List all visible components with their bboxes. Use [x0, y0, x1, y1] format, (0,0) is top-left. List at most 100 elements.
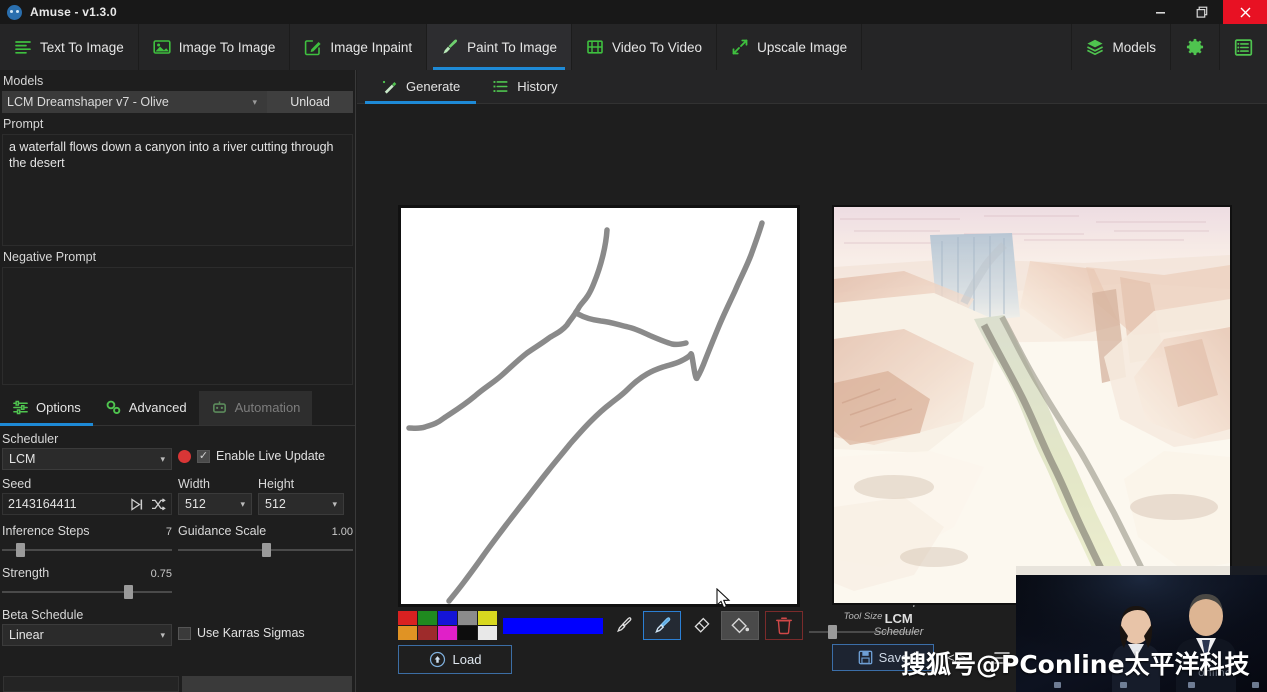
models-section-label: Models: [0, 70, 355, 91]
tab-image-to-image[interactable]: Image To Image: [139, 24, 291, 70]
color-swatch[interactable]: [398, 626, 417, 640]
window-controls: [1139, 0, 1267, 24]
sidebar-bottom-button-left[interactable]: [3, 676, 179, 692]
guidance-scale-label: Guidance Scale: [178, 524, 266, 538]
tab-label: Upscale Image: [757, 40, 847, 55]
color-swatch[interactable]: [458, 626, 477, 640]
tab-advanced[interactable]: Advanced: [93, 391, 199, 425]
title-bar: Amuse - v1.3.0: [0, 0, 1267, 24]
tab-history[interactable]: History: [476, 70, 573, 103]
pen-tool-button[interactable]: [643, 611, 681, 640]
color-swatch[interactable]: [458, 611, 477, 625]
guidance-scale-slider[interactable]: [178, 543, 353, 557]
slider-track: [2, 591, 172, 593]
selected-color-bar[interactable]: [503, 618, 603, 634]
negative-prompt-input[interactable]: [2, 267, 353, 385]
color-swatch[interactable]: [478, 626, 497, 640]
load-image-button[interactable]: Load: [398, 645, 512, 674]
sliders-icon: [12, 399, 29, 416]
slider-thumb[interactable]: [16, 543, 25, 557]
clear-canvas-button[interactable]: [765, 611, 803, 640]
height-select[interactable]: 512 ▾: [258, 493, 344, 515]
text-lines-icon: [14, 38, 32, 56]
karras-checkbox[interactable]: [178, 627, 191, 640]
slider-thumb[interactable]: [262, 543, 271, 557]
meta-scheduler: LCM Scheduler: [832, 611, 965, 638]
fill-bucket-tool-button[interactable]: [721, 611, 759, 640]
seed-value: 2143164411: [8, 497, 77, 511]
tab-options[interactable]: Options: [0, 391, 93, 425]
tab-automation[interactable]: Automation: [199, 391, 313, 425]
settings-button[interactable]: [1170, 24, 1219, 70]
tab-label: Paint To Image: [467, 40, 557, 55]
color-swatch[interactable]: [398, 611, 417, 625]
sidebar-bottom-button-right[interactable]: [182, 676, 352, 692]
strength-slider[interactable]: [2, 585, 172, 599]
paintbrush-icon: [441, 38, 459, 56]
generate-tab-bar: Generate History: [357, 70, 1267, 104]
color-swatch[interactable]: [438, 611, 457, 625]
tab-label: Options: [36, 400, 81, 415]
shuffle-icon[interactable]: [151, 498, 166, 511]
tab-video-to-video[interactable]: Video To Video: [572, 24, 717, 70]
prompt-label: Prompt: [0, 113, 355, 134]
chevron-down-icon: ▾: [160, 630, 165, 641]
restore-button[interactable]: [1181, 0, 1223, 24]
seed-input[interactable]: 2143164411: [2, 493, 172, 515]
tab-paint-to-image[interactable]: Paint To Image: [427, 24, 572, 70]
generated-image[interactable]: [832, 205, 1232, 605]
live-update-row[interactable]: Enable Live Update: [178, 449, 353, 463]
close-button[interactable]: [1223, 0, 1267, 24]
sidebar-bottom-bar: [0, 676, 356, 692]
strength-label: Strength: [2, 566, 49, 580]
chevron-down-icon: ▾: [240, 499, 245, 510]
application-window: Amuse - v1.3.0: [0, 0, 1267, 692]
tab-label: Automation: [235, 400, 301, 415]
tab-image-inpaint[interactable]: Image Inpaint: [290, 24, 427, 70]
color-swatch[interactable]: [418, 611, 437, 625]
prompt-input[interactable]: a waterfall flows down a canyon into a r…: [2, 134, 353, 246]
model-select[interactable]: LCM Dreamshaper v7 - Olive: [2, 95, 252, 109]
tab-label: History: [517, 79, 557, 94]
meta-key: Scheduler: [832, 626, 965, 638]
expand-arrows-icon: [731, 38, 749, 56]
main-navigation: Text To Image Image To Image Image Inpai…: [0, 24, 1267, 70]
karras-label: Use Karras Sigmas: [197, 626, 305, 640]
skip-next-icon[interactable]: [130, 498, 145, 511]
live-update-checkbox[interactable]: [197, 450, 210, 463]
eraser-tool-button[interactable]: [687, 611, 715, 640]
pencil-square-icon: [304, 38, 322, 56]
color-swatch[interactable]: [478, 611, 497, 625]
width-select[interactable]: 512 ▾: [178, 493, 252, 515]
tab-upscale-image[interactable]: Upscale Image: [717, 24, 862, 70]
unload-button[interactable]: Unload: [267, 91, 353, 113]
color-palette[interactable]: [398, 611, 497, 640]
karras-row[interactable]: Use Karras Sigmas: [178, 626, 353, 640]
beta-schedule-value: Linear: [9, 628, 44, 642]
paint-canvas[interactable]: [398, 205, 800, 607]
chevron-down-icon[interactable]: ▾: [252, 97, 267, 108]
tab-label: Image Inpaint: [330, 40, 412, 55]
inference-steps-slider[interactable]: [2, 543, 172, 557]
tab-generate[interactable]: Generate: [365, 70, 476, 103]
tab-label: Image To Image: [179, 40, 276, 55]
scheduler-value: LCM: [9, 452, 35, 466]
color-swatch[interactable]: [438, 626, 457, 640]
slider-track: [2, 549, 172, 551]
logs-button[interactable]: [1219, 24, 1267, 70]
minimize-button[interactable]: [1139, 0, 1181, 24]
slider-thumb[interactable]: [124, 585, 133, 599]
beta-schedule-select[interactable]: Linear ▾: [2, 624, 172, 646]
tab-label: Text To Image: [40, 40, 124, 55]
tab-label: Video To Video: [612, 40, 702, 55]
tab-label: Advanced: [129, 400, 187, 415]
color-swatch[interactable]: [418, 626, 437, 640]
layers-icon: [1086, 38, 1104, 56]
options-tab-bar: Options Advanced Automation: [0, 391, 355, 426]
models-button[interactable]: Models: [1071, 24, 1170, 70]
inference-steps-label: Inference Steps: [2, 524, 90, 538]
tab-text-to-image[interactable]: Text To Image: [0, 24, 139, 70]
save-icon: [858, 650, 873, 665]
brush-tool-button[interactable]: [609, 611, 637, 640]
scheduler-select[interactable]: LCM ▾: [2, 448, 172, 470]
